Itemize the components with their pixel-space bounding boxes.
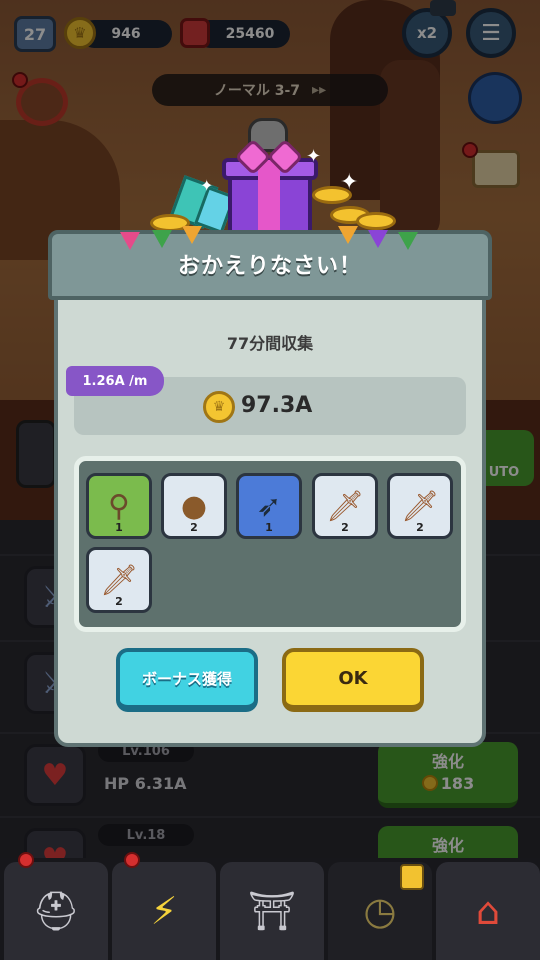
nav-tab-skills[interactable]: ⚡ xyxy=(112,862,216,960)
gift-ribbon xyxy=(258,160,280,238)
rate-tag: 1.26A /m xyxy=(66,366,164,396)
notification-dot xyxy=(18,852,34,868)
coin-pile-icon xyxy=(356,212,396,230)
wooden-sword-icon: 🗡 xyxy=(325,488,365,524)
bonus-claim-button[interactable]: ボーナス獲得 xyxy=(116,648,258,712)
pennant-flag xyxy=(338,226,358,244)
sparkle-icon: ✦ xyxy=(306,146,322,167)
reward-item-sword[interactable]: 🗡 2 xyxy=(387,473,453,539)
dialog-title: おかえりなさい！ xyxy=(177,254,362,279)
mace-icon: ⚲ xyxy=(108,488,130,524)
coin-reward-amount: 97.3A xyxy=(241,393,313,418)
reward-item-bomb[interactable]: ● 2 xyxy=(161,473,227,539)
shop-icon: ⌂ xyxy=(475,889,501,933)
ok-button[interactable]: OK xyxy=(282,648,424,712)
nav-tab-shop[interactable]: ⌂ xyxy=(436,862,540,960)
reward-item-mace[interactable]: ⚲ 1 xyxy=(86,473,152,539)
barrel-bomb-icon: ● xyxy=(180,488,208,524)
wooden-sword-icon: 🗡 xyxy=(400,488,440,524)
item-reward-grid: ⚲ 1 ● 2 ➶ 1 🗡 2 🗡 2 🗡 2 xyxy=(74,456,466,632)
pocket-watch-icon: ◷ xyxy=(363,889,397,933)
item-count: 2 xyxy=(341,521,349,534)
reward-item-sword[interactable]: 🗡 2 xyxy=(312,473,378,539)
lightning-compass-icon: ⚡ xyxy=(150,889,178,933)
nav-tab-dungeon[interactable]: ⛩ xyxy=(220,862,324,960)
item-count: 2 xyxy=(115,595,123,608)
reward-item-sword[interactable]: 🗡 2 xyxy=(86,547,152,613)
item-count: 2 xyxy=(190,521,198,534)
wooden-sword-icon: 🗡 xyxy=(99,562,139,598)
item-count: 1 xyxy=(115,521,123,534)
pennant-flag xyxy=(182,226,202,244)
knight-helmet-icon: ⛑ xyxy=(31,888,81,933)
notification-dot xyxy=(124,852,140,868)
item-count: 2 xyxy=(416,521,424,534)
bottom-nav: ⛑ ⚡ ⛩ ◷ ⌂ xyxy=(0,852,540,960)
pennant-flag xyxy=(152,230,172,248)
nav-tab-equipment[interactable]: ⛑ xyxy=(4,862,108,960)
reward-item-arrows[interactable]: ➶ 1 xyxy=(236,473,302,539)
portal-gate-icon: ⛩ xyxy=(247,888,297,933)
collection-duration: 77分間収集 xyxy=(226,334,314,353)
sparkle-icon: ✦ xyxy=(200,176,214,195)
item-count: 1 xyxy=(265,521,273,534)
sparkle-icon: ✦ xyxy=(340,170,359,195)
crown-coin-icon: ♛ xyxy=(203,391,235,423)
arrows-icon: ➶ xyxy=(256,488,282,524)
pennant-flag xyxy=(368,230,388,248)
lock-icon xyxy=(400,864,424,890)
